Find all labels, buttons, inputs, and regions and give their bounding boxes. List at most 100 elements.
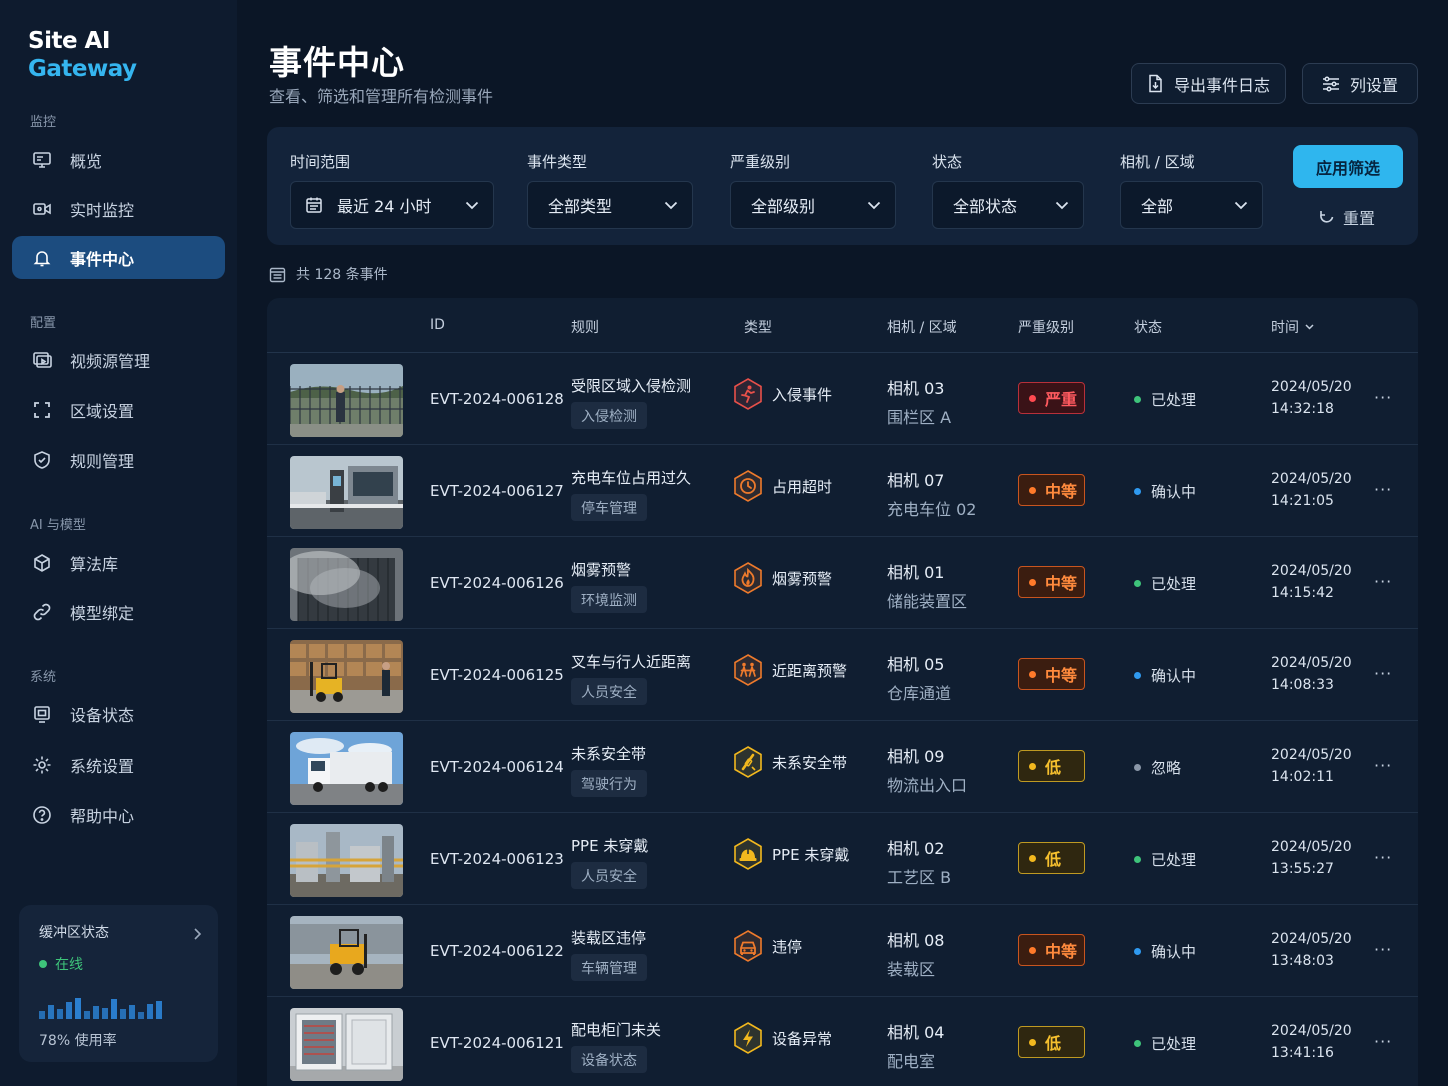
event-clock: 13:41:16: [1271, 1045, 1334, 1061]
brand-line2: Gateway: [28, 56, 137, 82]
more-actions-icon[interactable]: ···: [1374, 848, 1392, 867]
nav-section-config: 配置: [30, 316, 57, 331]
sidebar-item-algorithms[interactable]: 算法库: [12, 541, 225, 584]
event-thumbnail[interactable]: [290, 640, 403, 713]
camera-zone-select[interactable]: 全部: [1120, 181, 1263, 229]
sidebar-item-help[interactable]: 帮助中心: [12, 793, 225, 836]
sidebar-item-model-binding[interactable]: 模型绑定: [12, 590, 225, 633]
severity-badge: 低: [1018, 1026, 1085, 1058]
th-rule[interactable]: 规则: [571, 317, 599, 337]
th-type[interactable]: 类型: [744, 317, 772, 337]
th-severity[interactable]: 严重级别: [1018, 317, 1074, 337]
clock-icon: [730, 469, 766, 503]
sidebar-item-area-settings[interactable]: 区域设置: [12, 388, 225, 431]
event-type-label: 违停: [772, 937, 803, 956]
table-row[interactable]: EVT-2024-006122 装载区违停 车辆管理 违停 相机 08 装载区 …: [267, 905, 1418, 997]
event-thumbnail[interactable]: [290, 824, 403, 897]
sidebar-item-event-center[interactable]: 事件中心: [12, 236, 225, 279]
brand-line1: Site AI: [28, 28, 110, 54]
event-clock: 13:55:27: [1271, 861, 1334, 877]
event-thumbnail[interactable]: [290, 1008, 403, 1081]
buffer-status-card[interactable]: 缓冲区状态 在线 78% 使用率: [19, 905, 218, 1062]
sidebar-item-label: 实时监控: [70, 200, 135, 220]
link-icon: [32, 602, 52, 622]
status-dot: [1134, 488, 1141, 495]
event-thumbnail[interactable]: [290, 364, 403, 437]
export-log-button[interactable]: 导出事件日志: [1131, 63, 1286, 104]
sidebar-item-overview[interactable]: 概览: [12, 138, 225, 181]
filter-time-label: 时间范围: [290, 153, 351, 171]
more-actions-icon[interactable]: ···: [1374, 940, 1392, 959]
sidebar-item-rules[interactable]: 规则管理: [12, 438, 225, 481]
event-time: 2024/05/20 14:08:33: [1271, 652, 1352, 696]
th-camera[interactable]: 相机 / 区域: [887, 317, 957, 337]
th-time[interactable]: 时间: [1271, 317, 1314, 337]
more-actions-icon[interactable]: ···: [1374, 1032, 1392, 1051]
rule-tag: 设备状态: [571, 1046, 647, 1073]
event-type: 近距离预警: [730, 653, 847, 687]
event-type-label: 设备异常: [772, 1029, 833, 1048]
sidebar-item-live-monitor[interactable]: 实时监控: [12, 187, 225, 230]
status-label: 确认中: [1151, 483, 1197, 501]
event-thumbnail[interactable]: [290, 916, 403, 989]
sidebar-item-device-status[interactable]: 设备状态: [12, 692, 225, 735]
table-row[interactable]: EVT-2024-006125 叉车与行人近距离 人员安全 近距离预警 相机 0…: [267, 629, 1418, 721]
table-row[interactable]: EVT-2024-006128 受限区域入侵检测 入侵检测 入侵事件 相机 03…: [267, 353, 1418, 445]
chevron-down-icon: [867, 201, 881, 210]
sidebar-item-label: 算法库: [70, 554, 119, 574]
rule-tag: 入侵检测: [571, 402, 647, 429]
status-cell: 忽略: [1134, 757, 1181, 778]
filter-panel: 时间范围 最近 24 小时 事件类型 全部类型 严重级别 全部级别 状态 全部状…: [267, 127, 1418, 245]
th-id[interactable]: ID: [430, 317, 445, 333]
table-row[interactable]: EVT-2024-006123 PPE 未穿戴 人员安全 PPE 未穿戴 相机 …: [267, 813, 1418, 905]
time-range-select[interactable]: 最近 24 小时: [290, 181, 494, 229]
table-row[interactable]: EVT-2024-006121 配电柜门未关 设备状态 设备异常 相机 04 配…: [267, 997, 1418, 1086]
severity-label: 中等: [1045, 942, 1078, 961]
more-actions-icon[interactable]: ···: [1374, 664, 1392, 683]
th-status[interactable]: 状态: [1134, 317, 1162, 337]
usage-bar: [93, 1006, 99, 1019]
event-count-text: 共 128 条事件: [296, 267, 388, 283]
event-thumbnail[interactable]: [290, 548, 403, 621]
status-select[interactable]: 全部状态: [932, 181, 1084, 229]
event-thumbnail[interactable]: [290, 732, 403, 805]
event-date: 2024/05/20: [1271, 563, 1352, 579]
column-settings-button[interactable]: 列设置: [1302, 63, 1418, 104]
usage-bar: [102, 1008, 108, 1019]
reset-button[interactable]: 重置: [1319, 205, 1375, 229]
severity-dot: [1029, 578, 1036, 586]
event-time: 2024/05/20 13:41:16: [1271, 1020, 1352, 1064]
more-actions-icon[interactable]: ···: [1374, 572, 1392, 591]
chevron-down-icon: [465, 201, 479, 210]
severity-select[interactable]: 全部级别: [730, 181, 896, 229]
severity-dot: [1029, 1038, 1036, 1046]
camera-name: 相机 04: [887, 1023, 945, 1042]
apply-filter-button[interactable]: 应用筛选: [1293, 145, 1403, 188]
sidebar-item-label: 规则管理: [70, 451, 135, 471]
device-icon: [32, 704, 52, 724]
event-type-value: 全部类型: [548, 197, 613, 216]
more-actions-icon[interactable]: ···: [1374, 480, 1392, 499]
event-clock: 14:15:42: [1271, 585, 1334, 601]
nav-section-ai: AI 与模型: [30, 518, 86, 533]
event-type-select[interactable]: 全部类型: [527, 181, 693, 229]
more-actions-icon[interactable]: ···: [1374, 756, 1392, 775]
table-row[interactable]: EVT-2024-006127 充电车位占用过久 停车管理 占用超时 相机 07…: [267, 445, 1418, 537]
video-source-icon: [32, 350, 52, 370]
event-id: EVT-2024-006122: [430, 942, 564, 960]
status-dot: [39, 960, 47, 968]
sidebar-item-label: 系统设置: [70, 756, 135, 776]
event-rule: 烟雾预警: [571, 561, 632, 579]
table-row[interactable]: EVT-2024-006124 未系安全带 驾驶行为 未系安全带 相机 09 物…: [267, 721, 1418, 813]
event-type: 烟雾预警: [730, 561, 832, 595]
zone-name: 物流出入口: [887, 776, 968, 795]
more-actions-icon[interactable]: ···: [1374, 388, 1392, 407]
sidebar-item-video-sources[interactable]: 视频源管理: [12, 338, 225, 381]
event-thumbnail[interactable]: [290, 456, 403, 529]
table-row[interactable]: EVT-2024-006126 烟雾预警 环境监测 烟雾预警 相机 01 储能装…: [267, 537, 1418, 629]
sidebar-item-system-settings[interactable]: 系统设置: [12, 743, 225, 786]
filter-camera-label: 相机 / 区域: [1120, 153, 1195, 171]
event-time: 2024/05/20 14:02:11: [1271, 744, 1352, 788]
event-clock: 14:08:33: [1271, 677, 1334, 693]
chevron-down-icon: [1234, 201, 1248, 210]
